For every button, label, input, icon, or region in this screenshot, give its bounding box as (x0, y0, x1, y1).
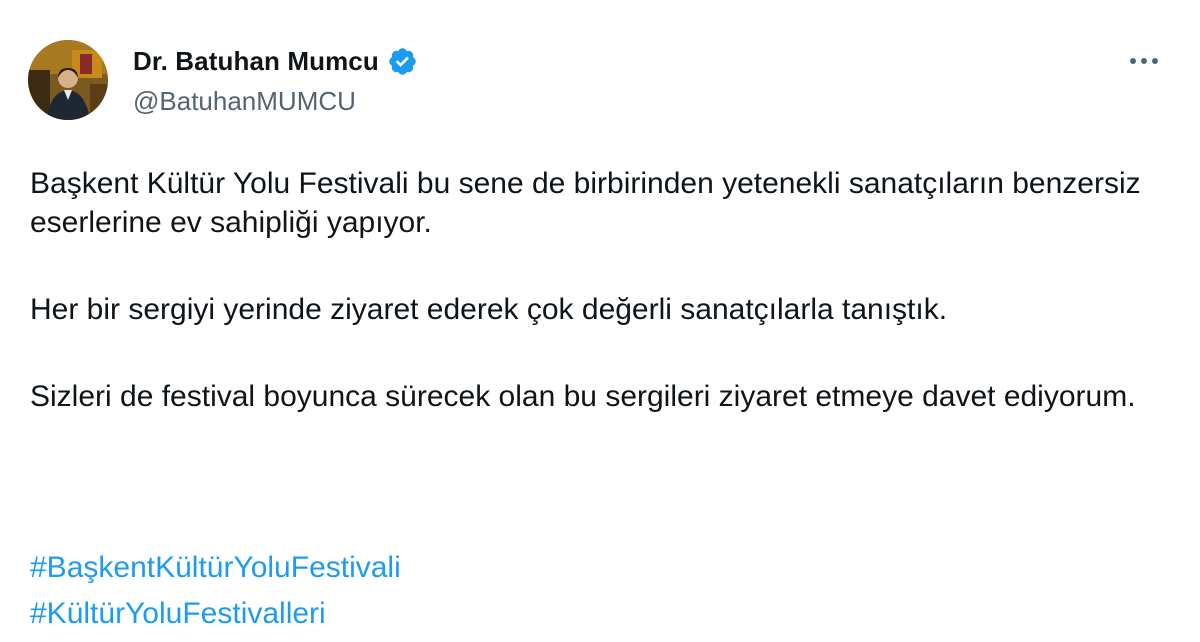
hashtag-list: #BaşkentKültürYoluFestivali #KültürYoluF… (30, 545, 401, 637)
hashtag-link[interactable]: #KültürYoluFestivalleri (30, 591, 401, 637)
more-options-button[interactable] (1124, 44, 1164, 78)
avatar-photo (28, 40, 108, 120)
author-handle[interactable]: @BatuhanMUMCU (133, 84, 356, 118)
tweet-paragraph: Sizleri de festival boyunca sürecek olan… (30, 380, 1136, 413)
more-horizontal-icon (1130, 58, 1158, 64)
tweet-paragraph: Her bir sergiyi yerinde ziyaret ederek ç… (30, 293, 948, 326)
tweet-text: Başkent Kültür Yolu Festivali bu sene de… (30, 164, 1180, 416)
author-name-row: Dr. Batuhan Mumcu (133, 44, 418, 78)
tweet-paragraph: Başkent Kültür Yolu Festivali bu sene de… (30, 167, 1141, 239)
hashtag-link[interactable]: #BaşkentKültürYoluFestivali (30, 545, 401, 591)
tweet-card: Dr. Batuhan Mumcu @BatuhanMUMCU Başkent … (0, 0, 1200, 642)
verified-badge-icon (387, 46, 418, 77)
author-display-name[interactable]: Dr. Batuhan Mumcu (133, 44, 379, 78)
avatar[interactable] (28, 40, 108, 120)
